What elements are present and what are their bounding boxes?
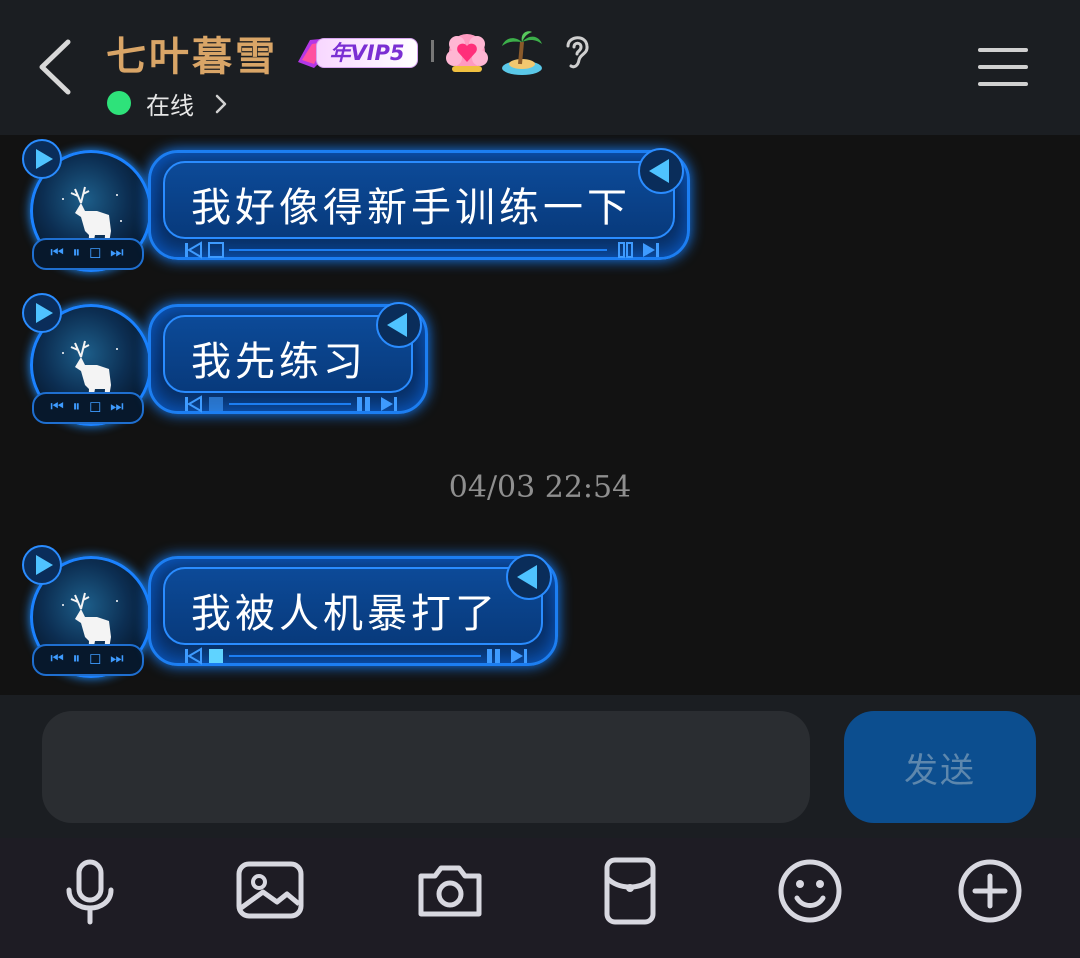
microphone-icon[interactable]	[55, 856, 125, 926]
message-item: ⏮ ⏸ ◻ ⏭ 我好像得新手训练一下	[20, 138, 700, 278]
media-back-icon	[185, 241, 224, 259]
rewind-icon	[638, 148, 684, 194]
vip-badge[interactable]: 年VIP5	[294, 34, 418, 70]
input-bar: 发送	[0, 695, 1080, 838]
contact-name[interactable]: 七叶暮雪	[106, 24, 278, 82]
flower-heart-icon[interactable]	[444, 30, 490, 74]
image-icon[interactable]	[235, 856, 305, 926]
message-item: ⏮ ⏸ ◻ ⏭ 我被人机暴打了	[20, 544, 580, 684]
avatar-media-controls: ⏮ ⏸ ◻ ⏭	[32, 238, 144, 270]
menu-icon[interactable]	[978, 46, 1030, 88]
header-separator	[431, 40, 434, 62]
rewind-icon	[506, 554, 552, 600]
message-input[interactable]	[42, 711, 810, 823]
bottom-toolbar	[0, 838, 1080, 958]
message-text: 我先练习	[191, 339, 367, 385]
bubble-track	[229, 403, 351, 405]
online-status-text[interactable]: 在线	[146, 86, 194, 121]
chevron-right-icon[interactable]	[213, 92, 229, 116]
chat-header: 七叶暮雪 年VIP5 在线	[0, 0, 1080, 135]
media-forward-icon	[618, 242, 659, 258]
ear-icon[interactable]	[560, 30, 594, 72]
chat-bubble[interactable]: 我好像得新手训练一下	[148, 148, 690, 260]
avatar-media-controls: ⏮ ⏸ ◻ ⏭	[32, 392, 144, 424]
bubble-track	[229, 249, 607, 251]
camera-icon[interactable]	[415, 856, 485, 926]
plus-icon[interactable]	[955, 856, 1025, 926]
play-icon	[22, 139, 62, 179]
message-text: 我被人机暴打了	[191, 591, 499, 637]
avatar-media-controls: ⏮ ⏸ ◻ ⏭	[32, 644, 144, 676]
emoji-icon[interactable]	[775, 856, 845, 926]
palm-island-icon[interactable]	[498, 28, 544, 76]
message-text: 我好像得新手训练一下	[191, 185, 631, 231]
chat-bubble[interactable]: 我先练习	[148, 302, 428, 414]
message-item: ⏮ ⏸ ◻ ⏭ 我先练习	[20, 292, 440, 432]
chat-bubble[interactable]: 我被人机暴打了	[148, 554, 558, 666]
media-back-icon	[185, 647, 223, 665]
message-timestamp: 04/03 22:54	[448, 470, 632, 505]
bubble-track	[229, 655, 481, 657]
media-forward-icon	[487, 649, 527, 663]
play-icon	[22, 293, 62, 333]
vip-label: 年VIP5	[316, 38, 418, 68]
back-arrow-icon[interactable]	[30, 34, 80, 100]
media-back-icon	[185, 395, 223, 413]
online-status-dot	[107, 91, 131, 115]
send-button[interactable]: 发送	[844, 711, 1036, 823]
red-packet-icon[interactable]	[595, 856, 665, 926]
play-icon	[22, 545, 62, 585]
rewind-icon	[376, 302, 422, 348]
media-forward-icon	[357, 397, 397, 411]
